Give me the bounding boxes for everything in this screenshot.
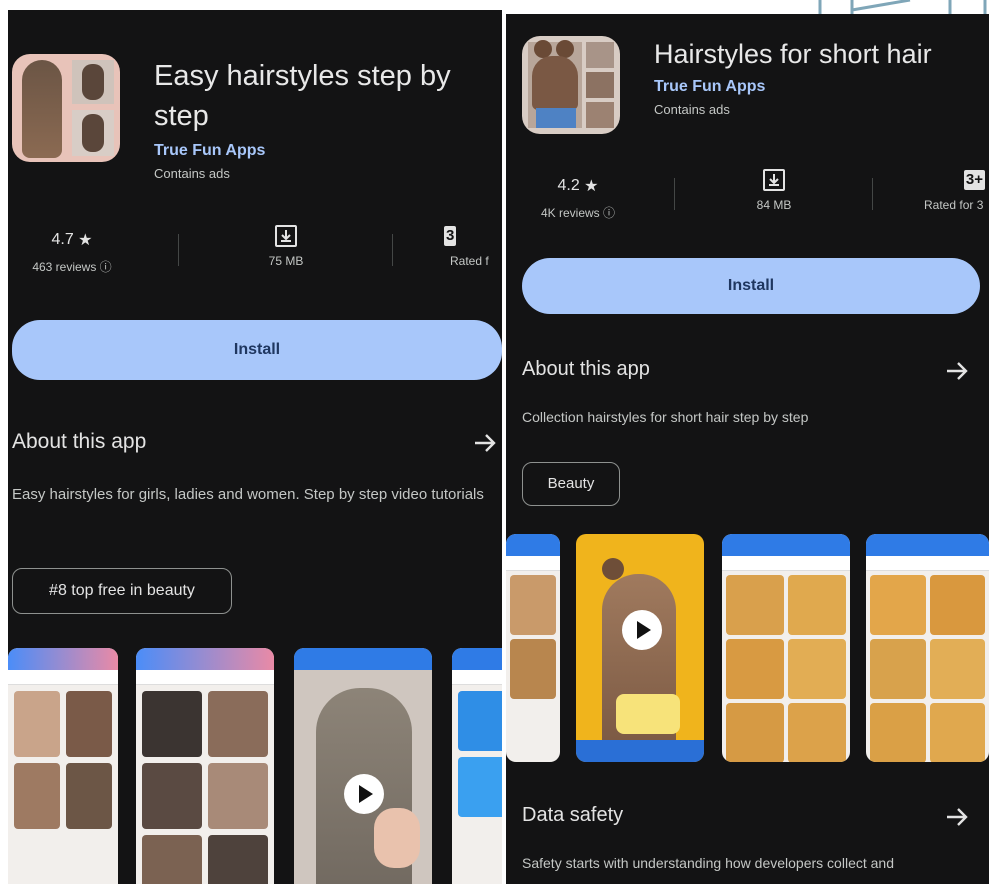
stat-divider	[674, 178, 675, 210]
data-safety-title: Data safety	[522, 804, 624, 826]
screenshot-4[interactable]	[866, 534, 989, 762]
rating-stat[interactable]: 4.2 ★ 4K reviews ⓘ	[518, 174, 638, 221]
rating-stat[interactable]: 4.7 ★ 463 reviews ⓘ	[12, 228, 132, 275]
rank-chip[interactable]: #8 top free in beauty	[12, 568, 232, 614]
arrow-right-icon[interactable]	[944, 804, 970, 830]
arrow-right-icon[interactable]	[944, 358, 970, 384]
about-title: About this app	[12, 430, 147, 453]
developer-link[interactable]: True Fun Apps	[654, 78, 765, 96]
ads-note: Contains ads	[654, 102, 730, 117]
background-decoration	[818, 0, 987, 14]
download-icon	[275, 225, 297, 247]
data-safety-description: Safety starts with understanding how dev…	[522, 855, 894, 871]
about-description: Easy hairstyles for girls, ladies and wo…	[12, 486, 484, 503]
stat-divider	[178, 234, 179, 266]
content-rating-label: Rated for 3	[924, 198, 984, 212]
app-title: Hairstyles for short hair	[654, 39, 932, 69]
star-icon: ★	[584, 178, 599, 195]
arrow-right-icon[interactable]	[472, 430, 498, 456]
content-rating-stat[interactable]: 3+ Rated for 3	[918, 168, 989, 212]
stat-divider	[392, 234, 393, 266]
install-button[interactable]: Install	[522, 258, 980, 314]
left-app-listing: Easy hairstyles step by step True Fun Ap…	[8, 10, 502, 884]
content-rating-label: Rated f	[450, 254, 489, 268]
rating-value: 4.2	[557, 177, 580, 194]
reviews-count: 4K reviews ⓘ	[540, 206, 616, 220]
screenshot-3[interactable]	[722, 534, 850, 762]
screenshot-2[interactable]	[576, 534, 704, 762]
content-rating-stat[interactable]: 3 Rated f	[444, 224, 502, 268]
rating-value: 4.7	[51, 231, 74, 248]
play-icon[interactable]	[622, 610, 662, 650]
install-button[interactable]: Install	[12, 320, 502, 380]
right-app-listing: Hairstyles for short hair True Fun Apps …	[506, 14, 989, 884]
app-size: 84 MB	[756, 198, 792, 212]
content-rating-badge: 3+	[963, 170, 985, 190]
screenshot-3[interactable]	[294, 648, 432, 884]
about-description: Collection hairstyles for short hair ste…	[522, 409, 809, 425]
size-stat: 75 MB	[226, 224, 346, 268]
app-size: 75 MB	[268, 254, 304, 268]
category-chip[interactable]: Beauty	[522, 462, 620, 506]
download-icon	[763, 169, 785, 191]
content-rating-badge: 3	[444, 226, 457, 246]
star-icon: ★	[78, 232, 93, 249]
app-icon	[12, 54, 120, 162]
play-icon[interactable]	[344, 774, 384, 814]
ads-note: Contains ads	[154, 166, 230, 181]
developer-link[interactable]: True Fun Apps	[154, 142, 265, 160]
screenshot-1[interactable]	[506, 534, 560, 762]
app-icon	[522, 36, 620, 134]
reviews-count: 463 reviews ⓘ	[32, 260, 112, 274]
screenshot-4[interactable]	[452, 648, 502, 884]
screenshot-1[interactable]	[8, 648, 118, 884]
app-title: Easy hairstyles step by step	[154, 60, 451, 132]
size-stat: 84 MB	[714, 168, 834, 212]
about-title: About this app	[522, 358, 650, 380]
stat-divider	[872, 178, 873, 210]
screenshot-2[interactable]	[136, 648, 274, 884]
